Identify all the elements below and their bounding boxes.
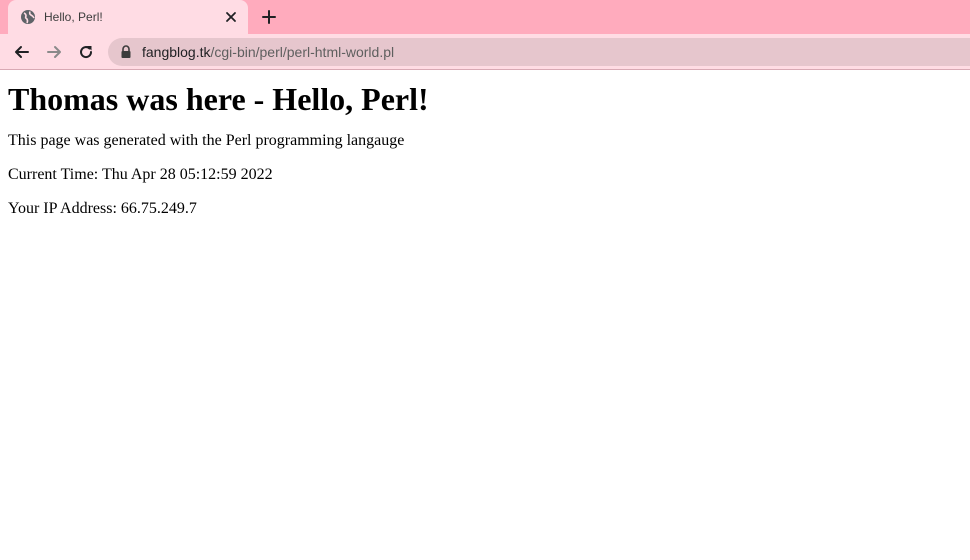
lock-icon[interactable] — [120, 45, 132, 59]
reload-icon[interactable] — [76, 42, 96, 62]
forward-arrow-icon[interactable] — [44, 42, 64, 62]
page-description: This page was generated with the Perl pr… — [8, 132, 405, 149]
tab-title: Hello, Perl! — [44, 10, 103, 24]
close-tab-icon[interactable] — [223, 9, 239, 25]
back-arrow-icon[interactable] — [12, 42, 32, 62]
current-time-text: Current Time: Thu Apr 28 05:12:59 2022 — [8, 166, 273, 183]
page-heading: Thomas was here - Hello, Perl! — [8, 81, 429, 117]
browser-window: Hello, Perl! fangblog.tk/cgi-bin/perl/pe… — [0, 0, 970, 560]
active-tab[interactable]: Hello, Perl! — [8, 0, 248, 34]
address-bar[interactable]: fangblog.tk/cgi-bin/perl/perl-html-world… — [108, 38, 970, 66]
new-tab-icon[interactable] — [260, 8, 278, 26]
url-text[interactable]: fangblog.tk/cgi-bin/perl/perl-html-world… — [142, 44, 394, 60]
ip-address-text: Your IP Address: 66.75.249.7 — [8, 200, 197, 217]
url-path: /cgi-bin/perl/perl-html-world.pl — [210, 44, 395, 60]
globe-icon — [20, 9, 36, 25]
tab-strip: Hello, Perl! — [0, 0, 970, 34]
browser-toolbar: fangblog.tk/cgi-bin/perl/perl-html-world… — [0, 34, 970, 70]
page-content: Thomas was here - Hello, Perl! This page… — [0, 71, 970, 560]
url-host: fangblog.tk — [142, 44, 211, 60]
